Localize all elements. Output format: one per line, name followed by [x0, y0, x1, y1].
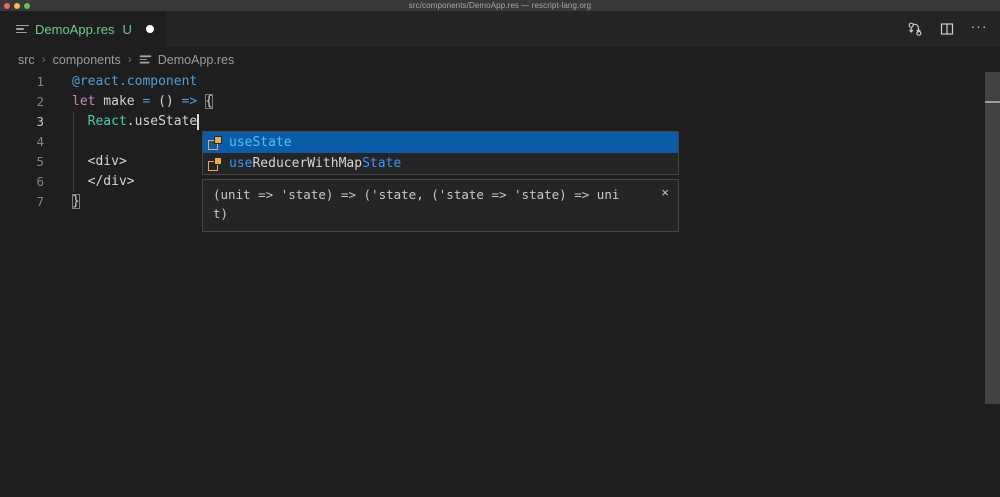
code-text	[44, 132, 72, 152]
code-text: }	[44, 192, 80, 212]
line-number: 6	[0, 172, 44, 192]
git-untracked-badge: U	[122, 22, 131, 37]
tab-label: DemoApp.res	[35, 22, 114, 37]
text-cursor	[197, 114, 199, 130]
suggest-widget: useState useReducerWithMapState	[202, 131, 679, 175]
line-number: 3	[0, 112, 44, 132]
minimize-window-button[interactable]	[14, 3, 20, 9]
doc-signature-line: (unit => 'state) => ('state, ('state => …	[213, 185, 668, 204]
zoom-window-button[interactable]	[24, 3, 30, 9]
doc-signature-line: t)	[213, 204, 668, 223]
suggestion-label: useState	[229, 135, 292, 150]
completion-kind-icon	[208, 136, 222, 150]
chevron-right-icon: ›	[128, 52, 132, 66]
completion-kind-icon	[208, 157, 222, 171]
rescript-file-icon	[16, 25, 29, 34]
window-title: src/components/DemoApp.res — rescript-la…	[409, 1, 591, 10]
code-line: 3 React.useState	[0, 112, 1000, 132]
tab-bar: DemoApp.res U ···	[0, 11, 1000, 47]
open-changes-icon[interactable]	[906, 20, 924, 38]
code-text: @react.component	[44, 72, 197, 92]
suggestion-label: useReducerWithMapState	[229, 156, 401, 171]
breadcrumb-components[interactable]: components	[53, 53, 121, 67]
breadcrumb-src[interactable]: src	[18, 53, 35, 67]
line-number: 4	[0, 132, 44, 152]
more-actions-icon[interactable]: ···	[970, 20, 988, 38]
overview-ruler-marker	[985, 101, 1000, 103]
traffic-lights	[4, 0, 30, 11]
code-line: 2let make = () => {	[0, 92, 1000, 112]
editor-actions: ···	[906, 11, 988, 47]
titlebar: src/components/DemoApp.res — rescript-la…	[0, 0, 1000, 11]
close-window-button[interactable]	[4, 3, 10, 9]
suggest-doc-panel: (unit => 'state) => ('state, ('state => …	[202, 179, 679, 232]
unsaved-dot-icon[interactable]	[146, 25, 154, 33]
line-number: 5	[0, 152, 44, 172]
chevron-right-icon: ›	[42, 52, 46, 66]
code-text: React.useState	[44, 112, 199, 132]
editor-area[interactable]: 1@react.component2let make = () => {3 Re…	[0, 72, 1000, 497]
code-text: let make = () => {	[44, 92, 213, 112]
suggestion-item[interactable]: useReducerWithMapState	[203, 153, 678, 174]
breadcrumb: src › components › DemoApp.res	[0, 47, 1000, 72]
code-text: </div>	[44, 172, 135, 192]
code-text: <div>	[44, 152, 127, 172]
breadcrumb-file-label: DemoApp.res	[158, 53, 234, 67]
code-line: 1@react.component	[0, 72, 1000, 92]
breadcrumb-file[interactable]: DemoApp.res	[139, 53, 234, 67]
split-editor-icon[interactable]	[938, 20, 956, 38]
vscode-window: src/components/DemoApp.res — rescript-la…	[0, 0, 1000, 497]
suggestion-item[interactable]: useState	[203, 132, 678, 153]
rescript-file-icon	[139, 56, 151, 64]
tab-demoapp[interactable]: DemoApp.res U	[0, 11, 166, 47]
line-number: 2	[0, 92, 44, 112]
scrollbar-slider[interactable]	[985, 72, 1000, 404]
line-number: 1	[0, 72, 44, 92]
close-icon[interactable]: ×	[661, 185, 669, 200]
line-number: 7	[0, 192, 44, 212]
